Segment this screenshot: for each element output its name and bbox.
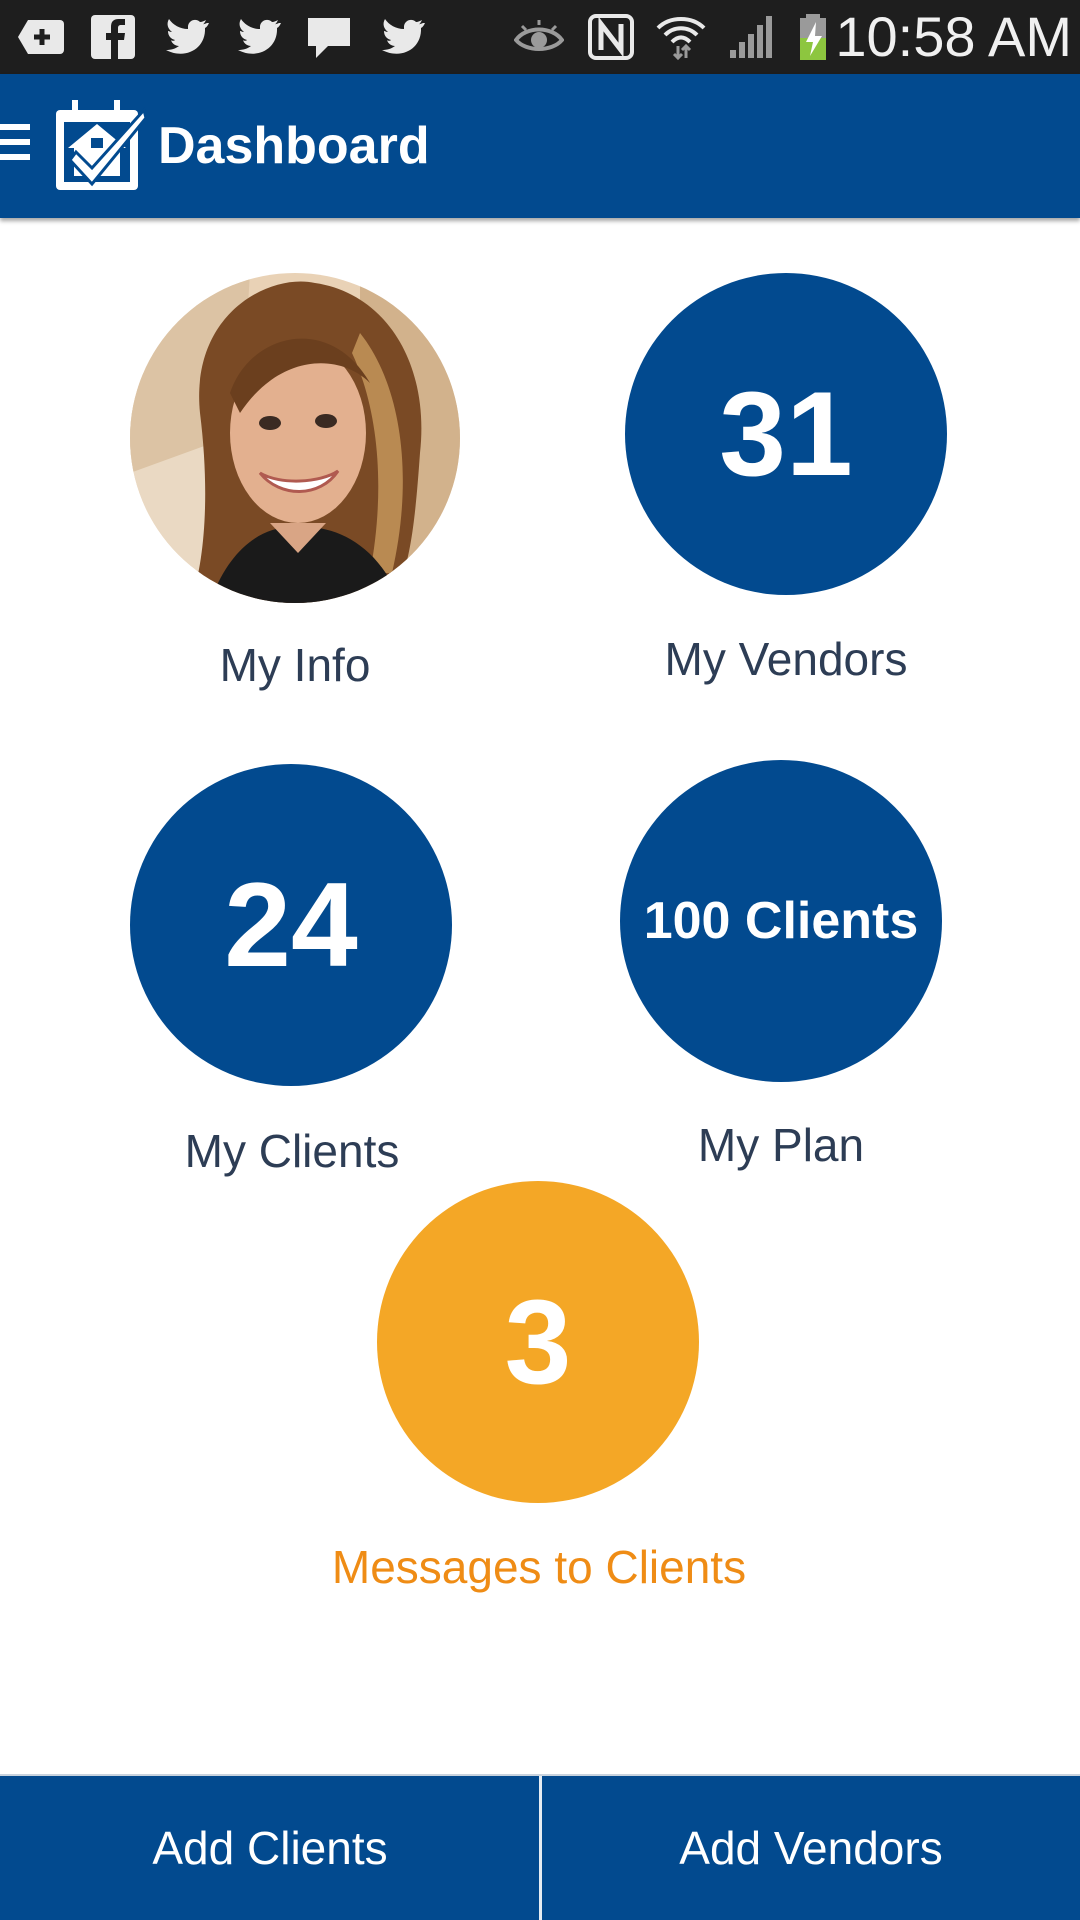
- vendors-count-circle[interactable]: 31: [625, 273, 947, 595]
- messages-count: 3: [504, 1275, 572, 1409]
- add-notification-icon: [18, 20, 64, 54]
- twitter-icon: [166, 19, 209, 54]
- hamburger-menu-icon[interactable]: [0, 124, 30, 168]
- wifi-icon: [656, 17, 706, 61]
- avatar[interactable]: [130, 273, 460, 603]
- signal-icon: [730, 16, 772, 58]
- add-clients-button[interactable]: Add Clients: [0, 1776, 540, 1920]
- my-clients-label: My Clients: [184, 1125, 400, 1177]
- vendors-count: 31: [719, 367, 853, 501]
- my-vendors-label: My Vendors: [664, 633, 908, 685]
- facebook-icon: [91, 15, 135, 59]
- message-icon: [308, 18, 350, 58]
- my-plan-label: My Plan: [697, 1119, 865, 1171]
- eye-icon: [514, 20, 564, 51]
- nfc-icon: [588, 14, 634, 60]
- status-bar: 10:58 AM: [0, 0, 1080, 74]
- app-bar: Dashboard: [0, 74, 1080, 218]
- plan-value: 100 Clients: [643, 892, 919, 950]
- clock: 10:58 AM: [835, 5, 1072, 68]
- page-title: Dashboard: [158, 117, 430, 175]
- twitter-icon: [238, 19, 281, 54]
- my-info-label: My Info: [219, 639, 371, 691]
- bottom-action-bar: Add Clients Add Vendors: [0, 1774, 1080, 1920]
- add-vendors-button[interactable]: Add Vendors: [542, 1776, 1080, 1920]
- battery-charging-icon: [800, 14, 826, 60]
- twitter-icon: [382, 19, 425, 54]
- calendar-house-check-icon[interactable]: [52, 98, 148, 194]
- messages-count-circle[interactable]: 3: [377, 1181, 699, 1503]
- clients-count-circle[interactable]: 24: [130, 764, 452, 1086]
- messages-label: Messages to Clients: [331, 1541, 747, 1593]
- clients-count: 24: [224, 858, 358, 992]
- plan-circle[interactable]: 100 Clients: [620, 760, 942, 1082]
